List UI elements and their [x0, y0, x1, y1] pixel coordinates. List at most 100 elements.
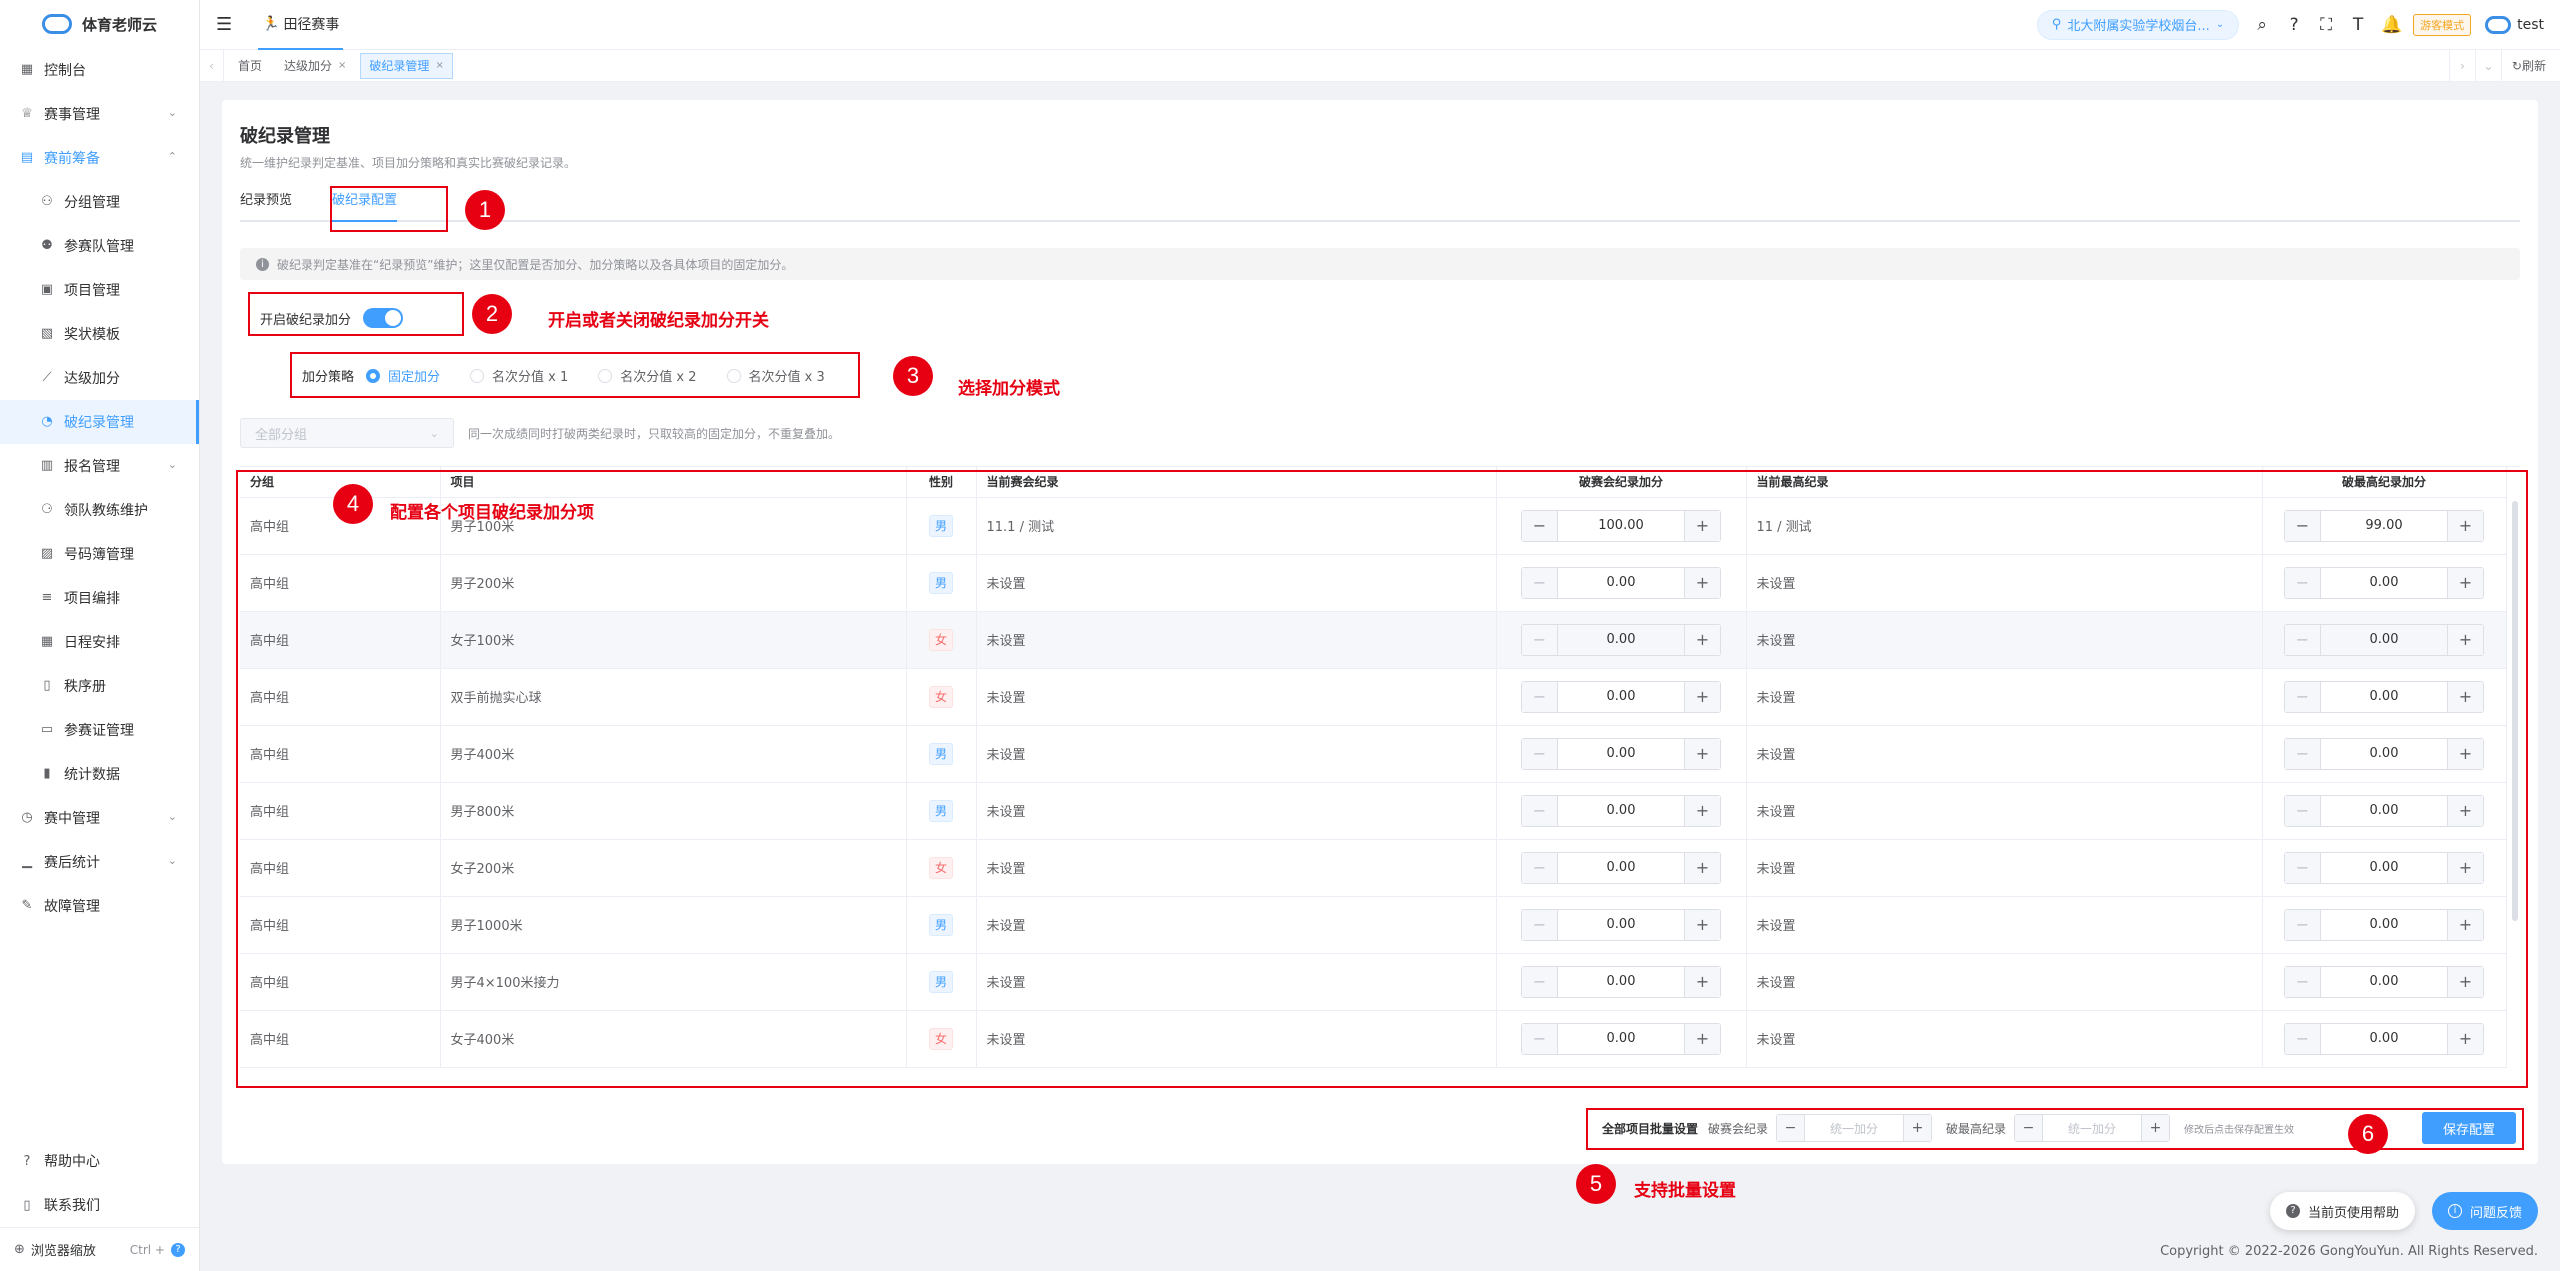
browser-zoom-hint[interactable]: ⊕ 浏览器缩放 Ctrl + ? [0, 1227, 199, 1271]
top-header: ☰ 🏃 田径赛事 ⚲ 北大附属实验学校烟台... ⌄ ⌕ ? ⛶ T 🔔 游客模… [200, 0, 2560, 50]
sidebar-item-5[interactable]: ▣ 项目管理 [0, 268, 199, 312]
sidebar-item-label: 参赛证管理 [64, 723, 134, 739]
fullscreen-icon[interactable]: ⛶ [2317, 15, 2335, 35]
sidebar-menu: ▦ 控制台 ♕ 赛事管理 ⌄ ▤ 赛前筹备 ⌃ ⚇ 分组管理 ⚉ 参赛队管理 ▣ 项目管理 ▧ 奖状模板 ⟋ 达级… [0, 48, 199, 928]
sidebar-item-label: 项目编排 [64, 591, 120, 607]
app-logo[interactable]: 体育老师云 [0, 0, 199, 48]
feedback-button[interactable]: i 问题反馈 [2432, 1192, 2539, 1230]
annotation-badge-3: 3 [893, 356, 933, 396]
book-icon: ▯ [43, 678, 51, 693]
group-icon: ⚇ [41, 194, 53, 209]
calendar-icon: ▦ [40, 634, 54, 649]
sidebar-item-4[interactable]: ⚉ 参赛队管理 [0, 224, 199, 268]
question-icon[interactable]: ? [171, 1242, 185, 1257]
team-icon: ⚉ [41, 238, 53, 253]
zoom-icon: ⊕ [14, 1242, 25, 1257]
sidebar-item-label: 达级加分 [64, 371, 120, 387]
document-icon: ▤ [20, 150, 34, 165]
user-menu[interactable]: test [2485, 15, 2544, 34]
help-icon[interactable]: ? [2285, 15, 2303, 35]
sidebar-item-18[interactable]: ▁ 赛后统计 ⌄ [0, 840, 199, 884]
bib-icon: ▨ [40, 546, 54, 561]
sidebar: 体育老师云 ▦ 控制台 ♕ 赛事管理 ⌄ ▤ 赛前筹备 ⌃ ⚇ 分组管理 ⚉ 参赛队管理 ▣ 项目管理 ▧ 奖… [0, 0, 200, 1271]
annotation-badge-6: 6 [2348, 1114, 2388, 1154]
sidebar-item-7[interactable]: ⟋ 达级加分 [0, 356, 199, 400]
location-pin-icon: ⚲ [2051, 17, 2062, 32]
sidebar-item-12[interactable]: ≡ 项目编排 [0, 576, 199, 620]
sidebar-item-label: 日程安排 [64, 635, 120, 651]
zoom-label: 浏览器缩放 [30, 1244, 96, 1259]
sidebar-item-label: 帮助中心 [44, 1154, 100, 1170]
sidebar-item-2[interactable]: ▤ 赛前筹备 ⌃ [0, 136, 199, 180]
dashboard-icon: ▦ [20, 62, 34, 77]
page-subtitle: 统一维护纪录判定基准、项目加分策略和真实比赛破纪录记录。 [240, 156, 577, 170]
sidebar-item-3[interactable]: ⚇ 分组管理 [0, 180, 199, 224]
tag-level-bonus[interactable]: 达级加分 × [276, 53, 354, 79]
sidebar-bottom: ? 帮助中心 ▯ 联系我们 ⊕ 浏览器缩放 Ctrl + ? [0, 1139, 199, 1271]
annotation-badge-4: 4 [333, 484, 373, 524]
sidebar-item-15[interactable]: ▭ 参赛证管理 [0, 708, 199, 752]
running-icon: 🏃 [262, 15, 280, 32]
sidebar-item-label: 联系我们 [44, 1198, 100, 1214]
sidebar-item-0[interactable]: ▦ 控制台 [0, 48, 199, 92]
sidebar-item-label: 控制台 [44, 63, 86, 79]
page-help-label: 当前页使用帮助 [2308, 1205, 2400, 1221]
sidebar-item-help-center[interactable]: ? 帮助中心 [0, 1139, 199, 1183]
register-icon: ▥ [40, 458, 54, 473]
hamburger-menu-icon[interactable]: ☰ [216, 14, 236, 35]
sidebar-item-label: 分组管理 [64, 195, 120, 211]
refresh-button[interactable]: ↻刷新 [2500, 49, 2560, 82]
sidebar-item-16[interactable]: ▮ 统计数据 [0, 752, 199, 796]
sidebar-item-6[interactable]: ▧ 奖状模板 [0, 312, 199, 356]
search-icon[interactable]: ⌕ [2253, 15, 2271, 35]
tag-label: 破纪录管理 [369, 59, 430, 73]
sidebar-item-8[interactable]: ◔ 破纪录管理 [0, 400, 199, 444]
school-name: 北大附属实验学校烟台... [2067, 19, 2210, 34]
font-size-icon[interactable]: T [2349, 15, 2367, 35]
record-icon: ◔ [41, 414, 53, 429]
tags-view-bar: ‹ 首页 达级加分 × 破纪录管理 × › ⌄ ↻刷新 [200, 49, 2560, 82]
close-icon[interactable]: × [338, 60, 346, 71]
sidebar-item-1[interactable]: ♕ 赛事管理 ⌄ [0, 92, 199, 136]
annotation-badge-1: 1 [465, 190, 505, 230]
coach-icon: ⚆ [41, 502, 53, 517]
tag-home[interactable]: 首页 [230, 53, 270, 79]
sidebar-item-17[interactable]: ◷ 赛中管理 ⌄ [0, 796, 199, 840]
sidebar-item-label: 秩序册 [64, 679, 106, 695]
chevron-left-icon[interactable]: ‹ [200, 49, 224, 82]
group-filter-placeholder: 全部分组 [255, 427, 308, 443]
sidebar-item-9[interactable]: ▥ 报名管理 ⌄ [0, 444, 199, 488]
tag-label: 达级加分 [284, 59, 333, 73]
clipboard-icon: ▣ [40, 282, 54, 297]
sidebar-item-10[interactable]: ⚆ 领队教练维护 [0, 488, 199, 532]
school-selector[interactable]: ⚲ 北大附属实验学校烟台... ⌄ [2036, 9, 2240, 40]
nav-tab-track-field[interactable]: 🏃 田径赛事 [258, 0, 344, 50]
sidebar-item-19[interactable]: ✎ 故障管理 [0, 884, 199, 928]
annotation-box-3 [290, 352, 860, 398]
page-help-button[interactable]: ? 当前页使用帮助 [2270, 1192, 2416, 1230]
question-icon: ? [2286, 1204, 2300, 1218]
sidebar-item-11[interactable]: ▨ 号码簿管理 [0, 532, 199, 576]
group-filter-select[interactable]: 全部分组 ⌄ [240, 418, 454, 448]
tab-record-preview[interactable]: 纪录预览 [240, 188, 292, 222]
sidebar-item-label: 统计数据 [64, 767, 120, 783]
tags-bar-controls: › ⌄ ↻刷新 [2448, 49, 2560, 82]
close-icon[interactable]: × [435, 60, 443, 71]
feedback-label: 问题反馈 [2470, 1205, 2523, 1221]
annotation-text-5: 支持批量设置 [1634, 1181, 1736, 1201]
page-title: 破纪录管理 [240, 126, 330, 147]
sidebar-item-14[interactable]: ▯ 秩序册 [0, 664, 199, 708]
sidebar-item-contact-us[interactable]: ▯ 联系我们 [0, 1183, 199, 1227]
chevron-down-icon: ⌄ [429, 426, 439, 440]
sidebar-item-label: 参赛队管理 [64, 239, 134, 255]
guest-mode-badge: 游客模式 [2413, 13, 2472, 36]
certificate-icon: ▧ [40, 326, 54, 341]
zoom-shortcut: Ctrl + [129, 1242, 165, 1257]
tag-record-management[interactable]: 破纪录管理 × [360, 52, 453, 79]
annotation-badge-2: 2 [472, 294, 512, 334]
sidebar-item-13[interactable]: ▦ 日程安排 [0, 620, 199, 664]
chevron-right-icon[interactable]: › [2448, 49, 2475, 82]
phone-icon: ▯ [23, 1197, 31, 1213]
chevron-down-icon[interactable]: ⌄ [2474, 49, 2501, 82]
bell-icon[interactable]: 🔔 [2381, 15, 2402, 35]
